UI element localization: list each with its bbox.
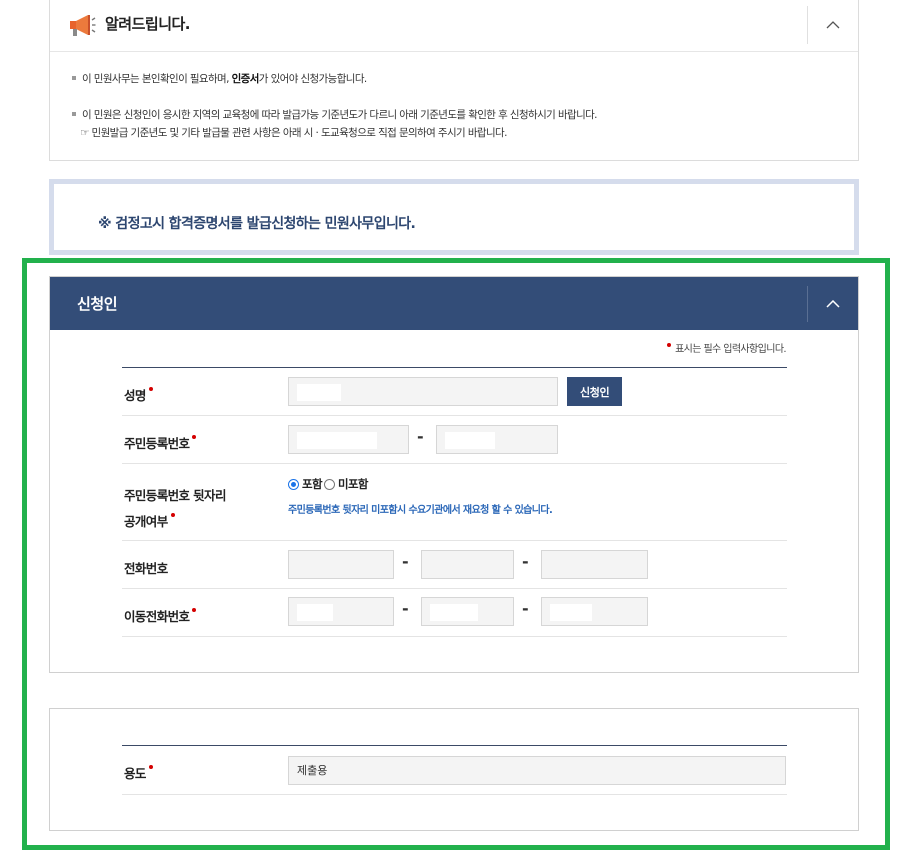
purpose-input[interactable]: 제출용	[288, 756, 786, 785]
rrn-back-input[interactable]	[436, 425, 558, 454]
phone-input-3[interactable]	[541, 550, 648, 579]
applicant-title: 신청인	[77, 295, 118, 313]
chevron-up-icon	[826, 300, 840, 308]
notice-line-2: 이 민원은 신청인이 응시한 지역의 교육청에 따라 발급가능 기준년도가 다르…	[72, 106, 858, 124]
mobile-row: 이동전화번호 - -	[122, 589, 787, 637]
notice-body: 이 민원사무는 본인확인이 필요하며, 인증서가 있어야 신청가능합니다. 이 …	[50, 52, 858, 142]
name-row: 성명 신청인	[122, 368, 787, 416]
required-note: 표시는 필수 입력사항입니다.	[667, 340, 787, 355]
purpose-row: 용도 제출용	[122, 746, 787, 795]
mobile-separator-2: -	[522, 599, 529, 618]
purpose-label: 용도	[124, 763, 153, 782]
megaphone-icon	[70, 15, 96, 36]
name-label: 성명	[124, 385, 153, 404]
notice-collapse-button[interactable]	[807, 6, 858, 44]
rrn-row: 주민등록번호 -	[122, 416, 787, 464]
mobile-input-1[interactable]	[288, 597, 394, 626]
name-input[interactable]	[288, 377, 558, 406]
exclude-radio[interactable]	[323, 478, 335, 490]
rrn-front-input[interactable]	[288, 425, 409, 454]
phone-input-2[interactable]	[421, 550, 514, 579]
phone-separator-1: -	[402, 552, 409, 571]
notice-line-3: ☞ 민원발급 기준년도 및 기타 발급물 관련 사항은 아래 시 · 도교육청으…	[80, 127, 507, 139]
purpose-section: 용도 제출용	[49, 708, 859, 831]
mobile-input-3[interactable]	[541, 597, 648, 626]
phone-input-1[interactable]	[288, 550, 394, 579]
required-dot-icon	[667, 343, 672, 347]
rrn-disclosure-radio-group: 포함 미포함	[288, 476, 370, 492]
applicant-header: 신청인	[50, 277, 858, 330]
include-label[interactable]: 포함	[302, 476, 323, 492]
info-banner: ※ 검정고시 합격증명서를 발급신청하는 민원사무입니다.	[49, 179, 859, 255]
phone-row: 전화번호 - -	[122, 541, 787, 589]
banner-text: ※ 검정고시 합격증명서를 발급신청하는 민원사무입니다.	[98, 216, 416, 232]
notice-line-1: 이 민원사무는 본인확인이 필요하며, 인증서가 있어야 신청가능합니다.	[72, 70, 858, 88]
phone-separator-2: -	[522, 552, 529, 571]
chevron-up-icon	[826, 21, 840, 29]
mobile-input-2[interactable]	[421, 597, 514, 626]
rrn-help-text: 주민등록번호 뒷자리 미포함시 수요기관에서 재요청 할 수 있습니다.	[288, 505, 553, 516]
mobile-separator-1: -	[402, 599, 409, 618]
mobile-label: 이동전화번호	[124, 606, 197, 625]
notice-panel: 알려드립니다. 이 민원사무는 본인확인이 필요하며, 인증서가 있어야 신청가…	[49, 0, 859, 161]
applicant-section: 신청인 표시는 필수 입력사항입니다. 성명 신청인 주민등록번호 - 주민등록…	[49, 276, 859, 673]
rrn-separator: -	[417, 427, 424, 446]
notice-title: 알려드립니다.	[105, 15, 191, 33]
exclude-label[interactable]: 미포함	[338, 476, 369, 492]
notice-header: 알려드립니다.	[50, 0, 858, 52]
rrn-label: 주민등록번호	[124, 433, 197, 452]
rrn-disclosure-label: 주민등록번호 뒷자리 공개여부	[124, 488, 226, 529]
rrn-disclosure-row: 주민등록번호 뒷자리 공개여부 포함 미포함 주민등록번호 뒷자리 미포함시 수요…	[122, 464, 787, 541]
applicant-collapse-button[interactable]	[807, 286, 858, 322]
phone-label: 전화번호	[124, 561, 168, 576]
include-radio[interactable]	[288, 478, 299, 490]
applicant-button[interactable]: 신청인	[567, 377, 623, 406]
